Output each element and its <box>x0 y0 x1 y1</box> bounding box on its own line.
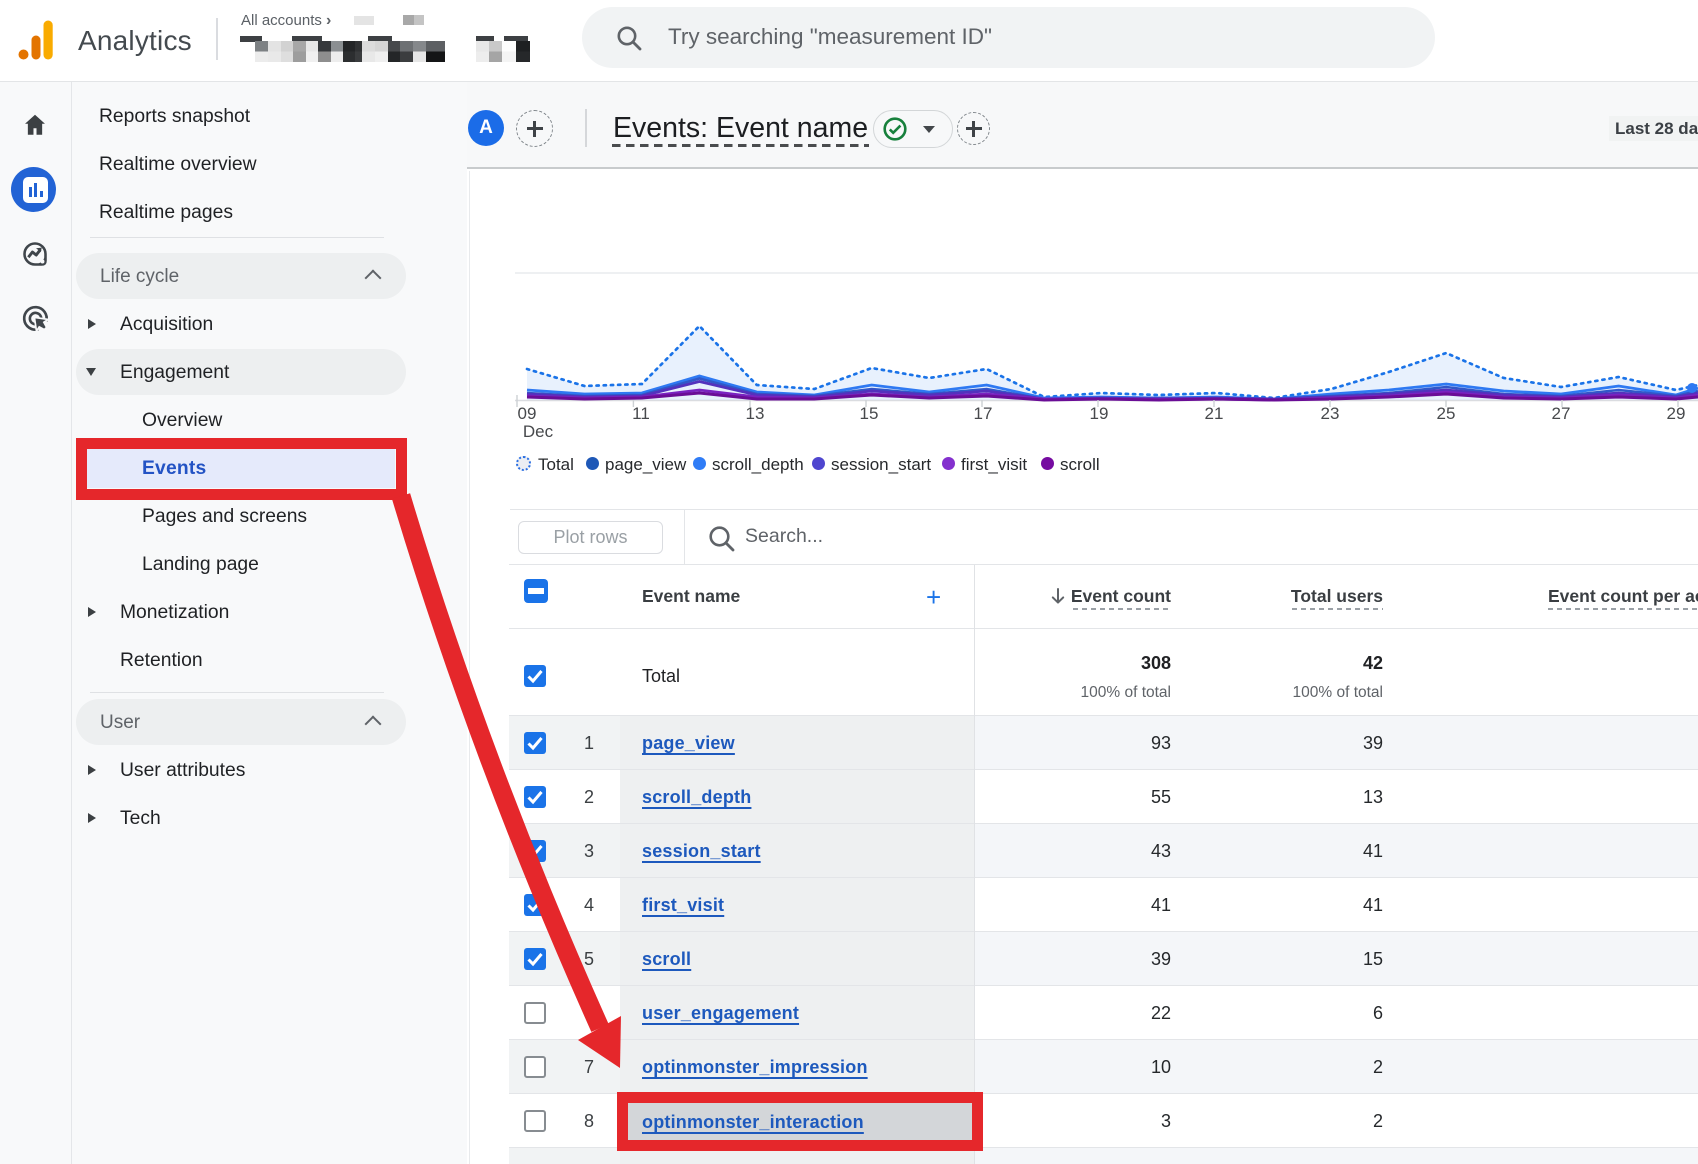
svg-text:23: 23 <box>1321 404 1340 423</box>
svg-text:09: 09 <box>518 404 537 423</box>
svg-text:21: 21 <box>1205 404 1224 423</box>
svg-text:13: 13 <box>746 404 765 423</box>
svg-text:27: 27 <box>1552 404 1571 423</box>
svg-text:Dec: Dec <box>523 422 554 441</box>
svg-text:11: 11 <box>632 404 650 423</box>
svg-text:19: 19 <box>1090 404 1109 423</box>
svg-text:17: 17 <box>974 404 993 423</box>
svg-text:29: 29 <box>1667 404 1686 423</box>
svg-text:15: 15 <box>860 404 879 423</box>
svg-text:25: 25 <box>1437 404 1456 423</box>
